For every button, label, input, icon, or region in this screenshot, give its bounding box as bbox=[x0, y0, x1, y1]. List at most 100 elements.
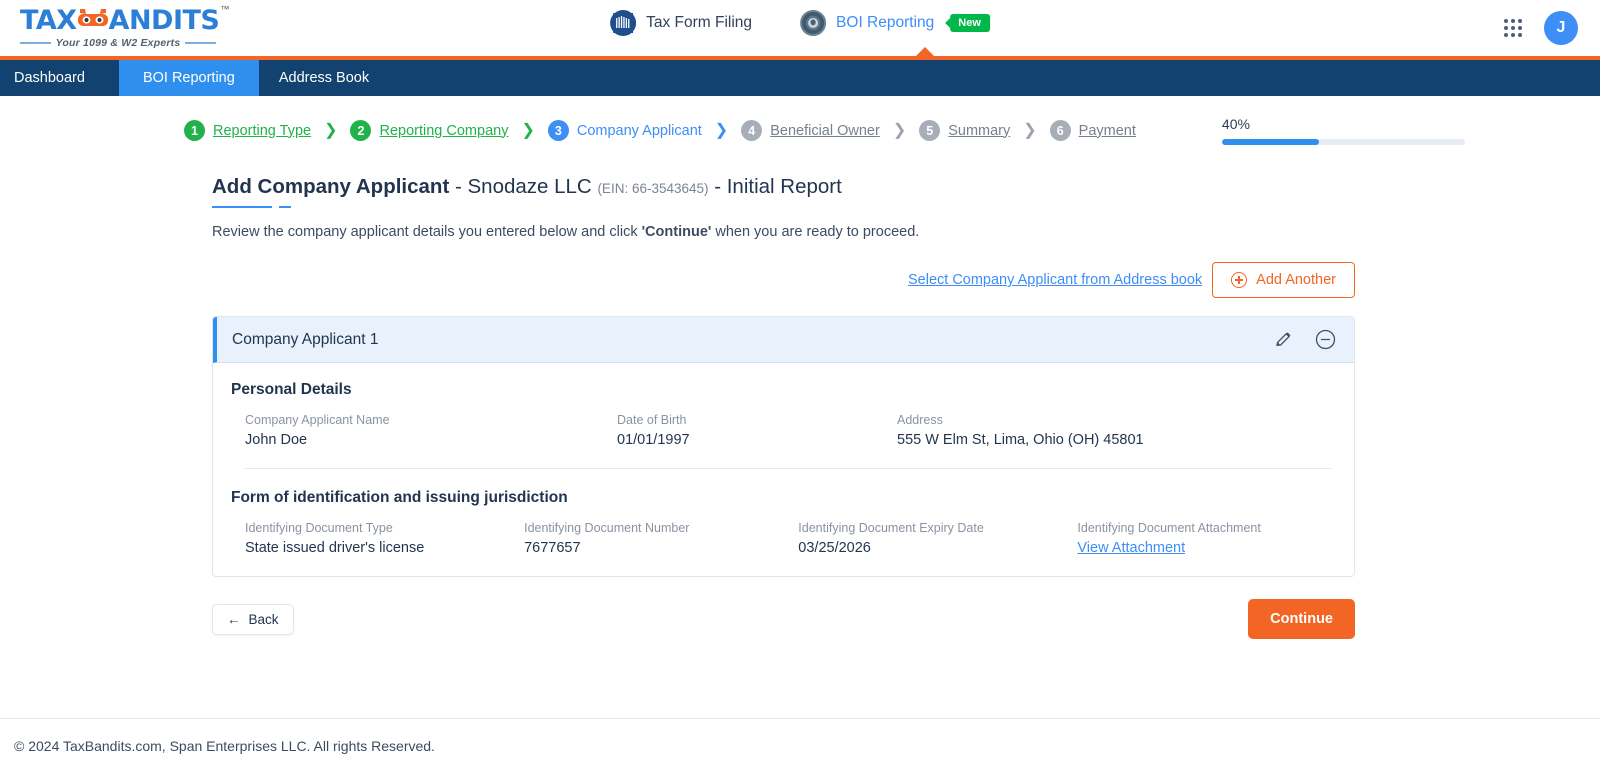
app-header: TAX ANDITS ™ Your 1099 & W2 Experts Tax … bbox=[0, 0, 1600, 56]
step-label: Payment bbox=[1078, 122, 1136, 139]
progress-stepper: 1 Reporting Type ❯ 2 Reporting Company ❯… bbox=[0, 96, 1600, 145]
section-title: Form of identification and issuing juris… bbox=[231, 489, 568, 506]
form-navigation-buttons: ← Back Continue bbox=[212, 599, 1355, 639]
irs-eagle-icon bbox=[610, 10, 637, 36]
page-title-sep2: - bbox=[708, 175, 727, 198]
nav-label: Dashboard bbox=[14, 70, 85, 86]
page-title-report-type: Initial Report bbox=[726, 175, 842, 198]
product-label: BOI Reporting bbox=[836, 14, 935, 31]
page-title-sep1: - bbox=[449, 175, 468, 198]
product-tax-form-filing[interactable]: Tax Form Filing bbox=[610, 10, 752, 36]
avatar[interactable]: J bbox=[1544, 11, 1578, 45]
card-title: Company Applicant 1 bbox=[232, 330, 379, 348]
section-personal-details: Personal Details Company Applicant Name … bbox=[231, 381, 1332, 448]
copyright-text: © 2024 TaxBandits.com, Span Enterprises … bbox=[14, 738, 435, 754]
main-content: Add Company Applicant - Snodaze LLC (EIN… bbox=[0, 145, 1600, 639]
bandit-mask-icon bbox=[77, 9, 109, 31]
step-number: 4 bbox=[741, 120, 763, 141]
field-value: 01/01/1997 bbox=[617, 432, 690, 448]
card-body: Personal Details Company Applicant Name … bbox=[213, 363, 1354, 576]
card-actions-row: Select Company Applicant from Address bo… bbox=[212, 262, 1355, 298]
nav-label: BOI Reporting bbox=[142, 70, 235, 86]
field-label: Identifying Document Attachment bbox=[1077, 521, 1261, 535]
primary-nav: Dashboard BOI Reporting Address Book bbox=[0, 60, 1600, 96]
step-label: Summary bbox=[948, 122, 1011, 139]
header-right-controls: J bbox=[1504, 11, 1584, 45]
select-from-address-book-link[interactable]: Select Company Applicant from Address bo… bbox=[908, 272, 1202, 288]
taxbandits-logo[interactable]: TAX ANDITS ™ Your 1099 & W2 Experts bbox=[16, 5, 229, 49]
page-title: Add Company Applicant - Snodaze LLC (EIN… bbox=[212, 175, 1600, 199]
field-label: Company Applicant Name bbox=[245, 413, 390, 427]
step-beneficial-owner[interactable]: 4 Beneficial Owner bbox=[741, 120, 880, 141]
step-label: Beneficial Owner bbox=[770, 122, 880, 139]
section-divider bbox=[245, 468, 1332, 469]
add-another-label: Add Another bbox=[1256, 272, 1336, 288]
add-another-button[interactable]: Add Another bbox=[1212, 262, 1355, 298]
logo-rule-right bbox=[185, 42, 216, 44]
back-button[interactable]: ← Back bbox=[212, 603, 294, 635]
field-label: Identifying Document Type bbox=[245, 521, 393, 535]
chevron-right-icon: ❯ bbox=[1023, 121, 1037, 139]
step-number: 5 bbox=[919, 120, 941, 141]
title-underline bbox=[212, 206, 1600, 208]
nav-item-address-book[interactable]: Address Book bbox=[259, 60, 389, 96]
field-identifying-document-number: Identifying Document Number 7677657 bbox=[524, 521, 798, 556]
page-subtitle: Review the company applicant details you… bbox=[212, 224, 1600, 240]
field-label: Identifying Document Number bbox=[524, 521, 690, 535]
step-summary[interactable]: 5 Summary bbox=[919, 120, 1010, 141]
nav-item-dashboard[interactable]: Dashboard bbox=[0, 60, 119, 96]
progress-fill bbox=[1221, 139, 1320, 145]
grid-apps-icon[interactable] bbox=[1504, 19, 1522, 37]
logo-text-andits: ANDITS bbox=[108, 5, 220, 36]
page-title-company: Snodaze LLC bbox=[467, 175, 592, 198]
subtitle-emphasis: 'Continue' bbox=[641, 224, 712, 240]
product-boi-reporting[interactable]: BOI Reporting New bbox=[800, 10, 990, 36]
field-value: 03/25/2026 bbox=[798, 540, 871, 556]
chevron-right-icon: ❯ bbox=[324, 121, 338, 139]
product-switcher: Tax Form Filing BOI Reporting New bbox=[610, 10, 990, 36]
logo-text-tax: TAX bbox=[20, 5, 77, 36]
field-address: Address 555 W Elm St, Lima, Ohio (OH) 45… bbox=[897, 413, 1317, 448]
step-company-applicant[interactable]: 3 Company Applicant bbox=[547, 120, 702, 141]
field-value: State issued driver's license bbox=[245, 540, 425, 556]
progress-indicator: 40% bbox=[1221, 116, 1465, 145]
company-applicant-card: Company Applicant 1 Personal Details Com… bbox=[212, 316, 1355, 577]
pencil-edit-icon[interactable] bbox=[1274, 330, 1293, 349]
chevron-right-icon: ❯ bbox=[521, 121, 535, 139]
minus-circle-remove-icon[interactable] bbox=[1315, 329, 1336, 350]
new-badge: New bbox=[950, 14, 990, 32]
card-header: Company Applicant 1 bbox=[213, 317, 1354, 363]
logo-tagline: Your 1099 & W2 Experts bbox=[55, 37, 181, 49]
field-identifying-document-expiry-date: Identifying Document Expiry Date 03/25/2… bbox=[798, 521, 1077, 556]
step-reporting-type[interactable]: 1 Reporting Type bbox=[184, 120, 311, 141]
step-payment[interactable]: 6 Payment bbox=[1049, 120, 1136, 141]
step-label: Company Applicant bbox=[576, 122, 702, 139]
subtitle-post: when you are ready to proceed. bbox=[711, 224, 920, 240]
section-title: Personal Details bbox=[231, 381, 352, 398]
nav-item-boi-reporting[interactable]: BOI Reporting bbox=[118, 60, 259, 96]
field-date-of-birth: Date of Birth 01/01/1997 bbox=[617, 413, 897, 448]
active-product-caret-icon bbox=[916, 47, 934, 56]
step-reporting-company[interactable]: 2 Reporting Company bbox=[350, 120, 508, 141]
page-title-action: Add Company Applicant bbox=[212, 175, 450, 198]
continue-button[interactable]: Continue bbox=[1248, 599, 1355, 639]
plus-circle-icon bbox=[1231, 272, 1248, 288]
field-identifying-document-attachment: Identifying Document Attachment View Att… bbox=[1077, 521, 1332, 556]
product-label: Tax Form Filing bbox=[646, 14, 753, 31]
arrow-left-icon: ← bbox=[227, 611, 241, 627]
progress-percent-label: 40% bbox=[1221, 116, 1250, 132]
subtitle-pre: Review the company applicant details you… bbox=[212, 224, 642, 240]
trademark-icon: ™ bbox=[220, 4, 230, 14]
view-attachment-link[interactable]: View Attachment bbox=[1077, 540, 1332, 556]
step-label: Reporting Company bbox=[379, 122, 509, 139]
step-number: 2 bbox=[350, 120, 372, 141]
fincen-seal-icon bbox=[800, 10, 827, 36]
step-label: Reporting Type bbox=[213, 122, 312, 139]
chevron-right-icon: ❯ bbox=[714, 121, 729, 139]
field-value: 555 W Elm St, Lima, Ohio (OH) 45801 bbox=[897, 432, 1144, 448]
field-label: Address bbox=[897, 413, 943, 427]
step-number: 3 bbox=[547, 120, 569, 141]
nav-label: Address Book bbox=[278, 70, 370, 86]
step-number: 1 bbox=[184, 120, 205, 141]
progress-track bbox=[1221, 139, 1465, 145]
